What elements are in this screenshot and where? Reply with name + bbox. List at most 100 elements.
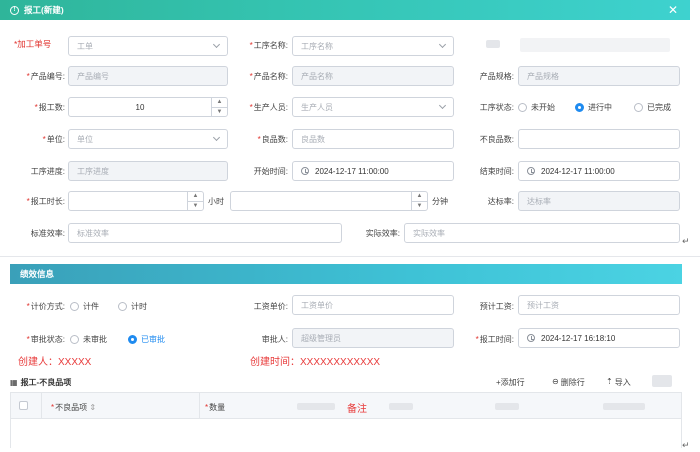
column-divider <box>199 393 200 419</box>
report-dialog: ! 报工(新建) ✕ *加工单号 工单 *工序名称: 工序名称 *产品编号: 产… <box>0 0 700 452</box>
work-order-label: *加工单号 <box>14 39 52 49</box>
defect-qty-label: 不良品数: <box>479 135 514 144</box>
unit-price-label: 工资单价: <box>253 302 288 311</box>
product-spec-label: 产品规格: <box>479 72 514 81</box>
start-time-picker[interactable]: 2024-12-17 11:00:00 <box>292 161 454 181</box>
pricing-radio-time[interactable]: 计时 <box>118 301 147 312</box>
product-name-label: *产品名称: <box>249 72 288 81</box>
approval-radio-pending[interactable]: 未审批 <box>70 334 107 345</box>
unit-label: *单位: <box>42 135 65 144</box>
column-divider <box>41 393 42 419</box>
approval-radio-approved[interactable]: 已审批 <box>128 334 165 345</box>
blurred-column-header <box>389 403 413 410</box>
chevron-down-icon <box>212 40 221 49</box>
start-time-label: 开始时间: <box>253 167 288 176</box>
sort-icon[interactable]: ⇕ <box>89 403 96 412</box>
process-name-label: *工序名称: <box>249 41 288 50</box>
end-time-label: 结束时间: <box>479 167 514 176</box>
decrement-icon[interactable]: ▼ <box>188 202 203 211</box>
duration-label: *报工时长: <box>26 197 65 206</box>
unit-select[interactable]: 单位 <box>68 129 228 149</box>
status-radio-not-started[interactable]: 未开始 <box>518 102 555 113</box>
creator-annotation: 创建人：XXXXX <box>18 357 92 368</box>
rate-label: 达标率: <box>487 197 514 206</box>
report-time-label: *报工时间: <box>475 335 514 344</box>
operator-select[interactable]: 生产人员 <box>292 97 454 117</box>
approval-status-label: *审批状态: <box>26 335 65 344</box>
operator-label: *生产人员: <box>249 103 288 112</box>
clock-icon <box>527 167 535 175</box>
actual-eff-input[interactable]: 实际效率 <box>404 223 680 243</box>
duration-minutes-stepper[interactable]: ▲ ▼ <box>230 191 428 211</box>
grid-icon: ▦ <box>10 378 18 387</box>
report-time-picker[interactable]: 2024-12-17 16:18:10 <box>518 328 680 348</box>
product-code-label: *产品编号: <box>26 72 65 81</box>
blurred-column-header <box>297 403 335 410</box>
column-header-qty: *数量 <box>205 403 226 412</box>
blurred-field <box>520 38 670 52</box>
defects-section-title: ▦ 报工-不良品项 <box>10 378 72 387</box>
rate-input[interactable]: 达标率 <box>518 191 680 211</box>
std-eff-label: 标准效率: <box>30 229 65 238</box>
import-button[interactable]: ⇡ 导入 <box>606 377 631 388</box>
select-all-checkbox[interactable] <box>19 401 28 410</box>
increment-icon[interactable]: ▲ <box>412 192 427 202</box>
remark-annotation: 备注 <box>347 404 367 415</box>
return-mark: ↵ <box>682 236 690 246</box>
delete-row-button[interactable]: ⊖ 删除行 <box>552 377 585 388</box>
blurred-column-header <box>603 403 645 410</box>
approver-label: 审批人: <box>261 335 288 344</box>
end-time-picker[interactable]: 2024-12-17 11:00:00 <box>518 161 680 181</box>
hour-unit-label: 小时 <box>208 197 224 206</box>
divider <box>0 256 700 257</box>
dialog-title: 报工(新建) <box>24 5 64 15</box>
process-status-label: 工序状态: <box>479 103 514 112</box>
product-name-input[interactable]: 产品名称 <box>292 66 454 86</box>
blurred-text <box>486 40 500 48</box>
chevron-down-icon <box>438 40 447 49</box>
good-qty-label: *良品数: <box>257 135 288 144</box>
progress-input[interactable]: 工序进度 <box>68 161 228 181</box>
report-qty-label: *报工数: <box>34 103 65 112</box>
pricing-method-label: *计价方式: <box>26 302 65 311</box>
performance-title: 绩效信息 <box>20 269 55 279</box>
decrement-icon[interactable]: ▼ <box>412 202 427 211</box>
created-time-annotation: 创建时间：XXXXXXXXXXXX <box>250 357 381 368</box>
return-mark: ↵ <box>682 440 690 450</box>
close-icon[interactable]: ✕ <box>668 3 678 17</box>
duration-hours-stepper[interactable]: ▲ ▼ <box>68 191 204 211</box>
decrement-icon[interactable]: ▼ <box>212 108 227 117</box>
dialog-header: ! 报工(新建) ✕ <box>0 0 690 20</box>
table-header-row: *不良品项 ⇕ *数量 备注 <box>11 393 681 419</box>
info-circle-icon: ! <box>10 5 19 15</box>
trash-icon: ⊖ <box>552 377 559 386</box>
product-spec-input[interactable]: 产品规格 <box>518 66 680 86</box>
product-code-input[interactable]: 产品编号 <box>68 66 228 86</box>
chevron-down-icon <box>212 133 221 142</box>
chevron-down-icon <box>438 101 447 110</box>
std-eff-input[interactable]: 标准效率 <box>68 223 342 243</box>
blurred-button <box>652 375 672 387</box>
est-wage-label: 预计工资: <box>479 302 514 311</box>
unit-price-input[interactable]: 工资单价 <box>292 295 454 315</box>
increment-icon[interactable]: ▲ <box>212 98 227 108</box>
work-order-select[interactable]: 工单 <box>68 36 228 56</box>
increment-icon[interactable]: ▲ <box>188 192 203 202</box>
report-qty-stepper[interactable]: 10 ▲ ▼ <box>68 97 228 117</box>
add-row-button[interactable]: +添加行 <box>496 377 525 388</box>
defects-table: *不良品项 ⇕ *数量 备注 <box>10 392 682 448</box>
defect-qty-input[interactable] <box>518 129 680 149</box>
pricing-radio-piece[interactable]: 计件 <box>70 301 99 312</box>
status-radio-completed[interactable]: 已完成 <box>634 102 671 113</box>
column-header-defect-item[interactable]: *不良品项 ⇕ <box>51 402 96 413</box>
process-name-select[interactable]: 工序名称 <box>292 36 454 56</box>
good-qty-input[interactable]: 良品数 <box>292 129 454 149</box>
clock-icon <box>527 334 535 342</box>
upload-icon: ⇡ <box>606 377 613 386</box>
approver-input[interactable]: 超级管理员 <box>292 328 454 348</box>
progress-label: 工序进度: <box>30 167 65 176</box>
est-wage-input[interactable]: 预计工资 <box>518 295 680 315</box>
minute-unit-label: 分钟 <box>432 197 448 206</box>
blurred-column-header <box>495 403 519 410</box>
status-radio-in-progress[interactable]: 进行中 <box>575 102 612 113</box>
